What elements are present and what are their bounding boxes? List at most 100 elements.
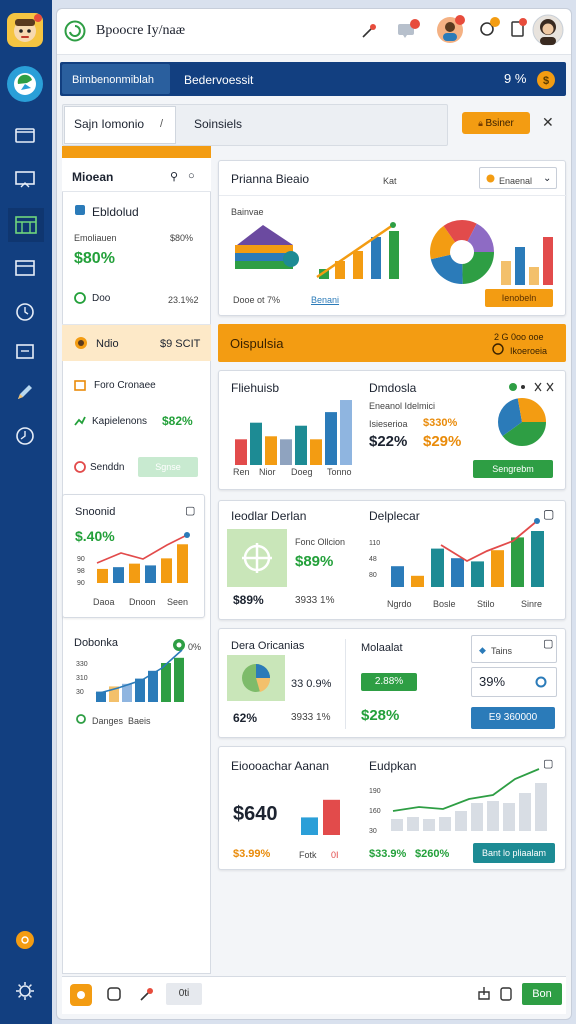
card-overview-bottom-2[interactable]: Benani [311, 293, 339, 307]
card-report-line-bar-6 [471, 803, 483, 831]
card-metrics-cat-2: Nior [259, 467, 276, 477]
shield-icon [74, 204, 86, 216]
coin-icon[interactable]: $ [536, 70, 556, 90]
card-details-tick-1: 110 [369, 540, 381, 547]
panel-3-bar-5 [161, 558, 172, 583]
card-metrics-bar-5 [295, 425, 307, 465]
card-summary-v2: 3933 1% [291, 712, 331, 723]
card-report-bar-2 [323, 799, 340, 835]
card-summary-button[interactable]: E9 360000 [471, 707, 555, 729]
card-details-cat-1: Ngrdo [387, 599, 412, 609]
card-details-v1: $89% [233, 593, 264, 607]
search-button-label: Bsiner [485, 118, 514, 129]
pencil-icon[interactable] [15, 382, 35, 402]
alert-icon[interactable] [477, 16, 501, 40]
panel-3-bar-4 [145, 565, 156, 583]
footer-star-icon[interactable] [70, 984, 92, 1006]
card-metrics-button[interactable]: Sengrebm [473, 460, 553, 478]
footer-share-icon[interactable] [476, 986, 492, 1002]
card-details-tick-2: 48 [369, 556, 377, 563]
avatar-badge-icon[interactable] [436, 14, 466, 44]
panel-4-tick-2: 310 [76, 675, 88, 682]
panel-1-label: Emoliauen [74, 233, 117, 243]
close-icon[interactable]: ✕ [542, 115, 554, 129]
card-report-tick-3: 30 [369, 828, 377, 835]
panel-3-tick-3: 90 [77, 580, 85, 587]
mini-pie-icon [242, 664, 271, 692]
card-report-button[interactable]: Bant lo pliaalam [473, 843, 555, 863]
legend-dot-icon [76, 714, 86, 724]
card-report-title: Eioooachar Aanan [231, 759, 330, 773]
panel-1-title: Mioean [72, 170, 114, 184]
notification-dot-icon[interactable] [16, 931, 34, 949]
panel-1-row1: Ebldolud [92, 205, 139, 219]
panel-2-row1: Foro Cronaee [94, 380, 156, 391]
panel-3-bar-2 [113, 567, 124, 583]
card-report-tick-2: 160 [369, 808, 381, 815]
card-details-bar-8 [531, 531, 544, 587]
settings-icon[interactable] [14, 980, 36, 1002]
card-details-big: $89% [295, 553, 334, 570]
card-overview-sub: Bainvae [231, 207, 264, 217]
panel-4-bar-7 [174, 657, 184, 702]
card-metrics: Fliehuisb Ren Nior Doeg Tonno Dmdosla En… [218, 370, 566, 490]
footer-tag[interactable]: 0ti [166, 983, 202, 1005]
app-logo-icon[interactable] [7, 13, 43, 47]
search-icon[interactable]: ⚲ [170, 170, 178, 184]
chevron-right-icon: / [160, 118, 164, 130]
card-metrics-bar-8 [340, 400, 352, 465]
trend-icon [74, 415, 86, 427]
layout-icon[interactable] [15, 259, 35, 277]
card-summary-expand-icon[interactable]: ▢ [543, 637, 553, 651]
banner: Oispulsia 2 G 0oo ooe Ikoeroeia [218, 324, 566, 362]
history-icon[interactable] [15, 302, 35, 322]
app-icon [64, 20, 86, 42]
screen-icon[interactable] [15, 343, 35, 361]
card-details: Ieodlar Derlan Fonc Ollcion $89% $89% 39… [218, 500, 566, 620]
clock-icon[interactable] [15, 426, 35, 446]
card-report-g2: $260% [415, 848, 450, 860]
small-bars-chart [501, 237, 553, 285]
banner-title: Oispulsia [230, 336, 284, 351]
panel-4-tick-1: 330 [76, 661, 88, 668]
board-icon[interactable] [15, 170, 35, 188]
search-button[interactable]: 🔒︎ Bsiner [462, 112, 530, 134]
card-summary-pct: $28% [361, 707, 400, 724]
panel-3-title: Snoonid [75, 506, 116, 518]
card-metrics-cat-3: Doeg [291, 467, 313, 477]
expand-icon[interactable]: ▢ [185, 504, 195, 518]
card-report-line-bar-4 [439, 817, 451, 831]
app-title: Bpoocre Iy/naæ [96, 23, 186, 38]
card-details-bar-5 [471, 561, 484, 587]
options-icon[interactable]: ○ [188, 169, 195, 183]
search-field-2[interactable]: Soinsiels [194, 117, 242, 131]
message-icon[interactable] [396, 18, 422, 40]
card-metrics-bar-4 [280, 439, 292, 465]
record-icon [74, 461, 86, 473]
tab-primary-label: Bimbenonmiblah [72, 74, 154, 86]
user-avatar[interactable] [532, 14, 564, 46]
card-overview-divider [219, 195, 567, 196]
calendar-active-icon[interactable] [8, 208, 44, 242]
footer-copy-icon[interactable] [498, 986, 514, 1002]
card-report-line-bar-3 [423, 819, 435, 831]
panel-3-bar-6 [177, 544, 188, 583]
footer-square-icon[interactable] [106, 986, 122, 1002]
home-icon[interactable] [7, 66, 43, 102]
card-metrics-pct: $330% [423, 417, 458, 429]
card-overview: Prianna Bieaio Kat Enaenal ⌄ Bainvae Doo… [218, 160, 567, 316]
footer-pin-icon[interactable] [138, 985, 156, 1003]
card-details-v2: 3933 1% [295, 595, 335, 606]
panel-3-chart [96, 532, 190, 583]
box-icon: ◆ [479, 645, 486, 655]
chevron-down-icon: ⌄ [543, 173, 552, 184]
card-overview-bottom-1: Dooe ot 7% [233, 295, 281, 305]
document-icon[interactable] [508, 17, 528, 39]
tab-secondary[interactable]: Bedervoessit [184, 73, 253, 87]
card-report-bottom: $3.99% [233, 848, 271, 860]
panel-2-button[interactable]: Sgnse [138, 457, 198, 477]
card-overview-button[interactable]: Ienobeln [485, 289, 553, 307]
footer-button[interactable]: Bon [522, 983, 562, 1005]
folder-icon[interactable] [15, 126, 35, 144]
pin-icon[interactable] [360, 20, 380, 40]
